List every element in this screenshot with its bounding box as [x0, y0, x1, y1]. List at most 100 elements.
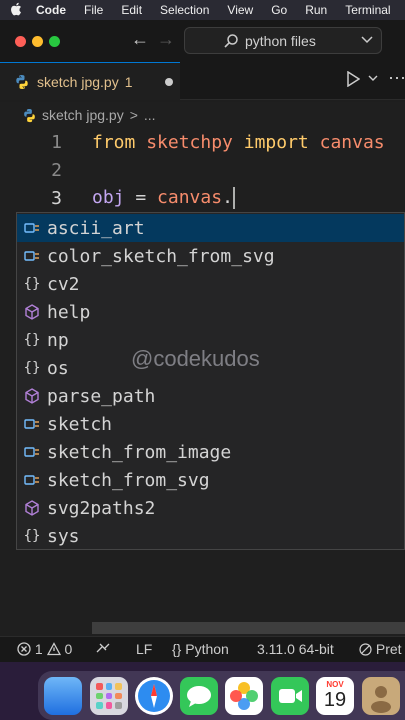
code-line: 2 — [0, 156, 405, 184]
suggestion-label: parse_path — [47, 385, 156, 407]
suggestion-label: sketch_from_image — [47, 441, 232, 463]
suggestion-label: cv2 — [47, 273, 80, 295]
line-number: 3 — [51, 187, 62, 209]
python-interpreter[interactable]: 3.11.0 64-bit — [257, 641, 334, 657]
command-center-label: python files — [245, 32, 316, 49]
python-file-icon — [16, 74, 28, 89]
code-line-active: 3 obj = canvas. — [0, 184, 405, 212]
module-braces-icon: {} — [23, 276, 41, 292]
suggestion-label: sys — [47, 525, 80, 547]
variable-icon — [21, 469, 43, 491]
debug-connect-icon[interactable] — [95, 641, 111, 658]
launchpad-icon[interactable] — [90, 677, 128, 715]
suggestion-item[interactable]: {} cv2 — [17, 270, 404, 298]
warning-icon — [46, 642, 61, 656]
suggestion-label: sketch_from_svg — [47, 469, 210, 491]
error-count-item[interactable]: 1 0 — [17, 641, 72, 657]
finder-icon[interactable] — [44, 677, 82, 715]
tab-label: sketch jpg.py — [37, 73, 119, 90]
window-title-bar: ← → python files — [0, 20, 405, 62]
minimize-window-button[interactable] — [32, 36, 43, 47]
tab-sketch-jpg-py[interactable]: sketch jpg.py 1 — [0, 62, 180, 100]
suggestion-label: os — [47, 357, 69, 379]
arrow-right-icon[interactable]: → — [157, 29, 175, 50]
tab-problem-count: 1 — [124, 73, 133, 90]
suggestion-label: np — [47, 329, 69, 351]
suggestion-item[interactable]: help — [17, 298, 404, 326]
suggestion-item[interactable]: color_sketch_from_svg — [17, 242, 404, 270]
suggestion-label: ascii_art — [47, 217, 145, 239]
menu-view[interactable]: View — [227, 3, 253, 17]
variable-icon — [21, 245, 43, 267]
arrow-left-icon[interactable]: ← — [131, 29, 149, 50]
status-bar: 1 0 LF {} Python 3.11.0 64-bit Pret — [0, 636, 405, 662]
chevron-down-icon[interactable] — [368, 73, 378, 85]
language-mode[interactable]: {} Python — [172, 641, 229, 657]
autocomplete-suggest-widget: ascii_art color_sketch_from_svg {} cv2 help {… — [16, 212, 405, 550]
module-braces-icon: {} — [23, 360, 41, 376]
code-line: 1 from sketchpy import canvas — [0, 128, 405, 156]
prettier-status-icon — [359, 643, 372, 656]
variable-icon — [21, 441, 43, 463]
error-icon — [17, 642, 31, 656]
braces-icon: {} — [172, 641, 182, 657]
method-cube-icon — [21, 385, 43, 407]
line-number: 1 — [51, 131, 62, 153]
safari-icon[interactable] — [135, 677, 173, 715]
end-of-line[interactable]: LF — [136, 641, 152, 657]
calendar-icon[interactable]: NOV 19 — [316, 677, 354, 715]
method-cube-icon — [21, 497, 43, 519]
suggestion-item[interactable]: sketch — [17, 410, 404, 438]
search-icon — [224, 33, 238, 48]
python-file-icon — [24, 108, 35, 122]
watermark-text: @codekudos — [131, 346, 260, 371]
suggestion-item[interactable]: {} sys — [17, 522, 404, 549]
menu-file[interactable]: File — [84, 3, 103, 17]
run-play-icon[interactable] — [346, 70, 361, 92]
facetime-icon[interactable] — [271, 677, 309, 715]
zoom-window-button[interactable] — [49, 36, 60, 47]
variable-icon — [21, 217, 43, 239]
line-number: 2 — [51, 159, 62, 181]
more-actions-icon[interactable]: ⋯ — [388, 68, 405, 89]
module-braces-icon: {} — [23, 332, 41, 348]
method-cube-icon — [21, 301, 43, 323]
variable-icon — [21, 413, 43, 435]
calendar-month: NOV — [326, 680, 344, 689]
error-count: 1 — [34, 641, 43, 657]
text-cursor — [232, 187, 235, 209]
calendar-day: 19 — [323, 689, 347, 711]
suggestion-label: color_sketch_from_svg — [47, 245, 275, 267]
menu-terminal[interactable]: Terminal — [345, 3, 390, 17]
breadcrumb-more[interactable]: ... — [144, 107, 156, 123]
menu-run[interactable]: Run — [305, 3, 327, 17]
prettier-label: Pret — [375, 641, 402, 657]
suggestion-item[interactable]: ascii_art — [17, 214, 404, 242]
code-text: from sketchpy import canvas — [92, 131, 385, 153]
suggestion-label: help — [47, 301, 91, 323]
close-window-button[interactable] — [15, 36, 26, 47]
macos-menu-bar: Code File Edit Selection View Go Run Ter… — [0, 0, 405, 20]
unsaved-dot-icon[interactable] — [165, 78, 173, 86]
apple-logo-icon[interactable] — [10, 2, 22, 19]
language-label: Python — [185, 641, 229, 657]
suggestion-item[interactable]: sketch_from_svg — [17, 466, 404, 494]
menu-code[interactable]: Code — [36, 3, 66, 17]
breadcrumb: sketch jpg.py > ... — [0, 102, 405, 128]
prettier-item[interactable]: Pret — [359, 641, 402, 657]
chevron-down-icon[interactable] — [361, 33, 373, 47]
horizontal-scrollbar[interactable] — [92, 622, 405, 634]
menu-go[interactable]: Go — [271, 3, 287, 17]
menu-edit[interactable]: Edit — [121, 3, 142, 17]
messages-icon[interactable] — [180, 677, 218, 715]
breadcrumb-file[interactable]: sketch jpg.py — [42, 107, 124, 123]
menu-selection[interactable]: Selection — [160, 3, 209, 17]
breadcrumb-separator: > — [129, 107, 138, 123]
photos-icon[interactable] — [225, 677, 263, 715]
code-text: obj = canvas. — [92, 187, 235, 209]
suggestion-item[interactable]: sketch_from_image — [17, 438, 404, 466]
contacts-icon[interactable] — [362, 677, 400, 715]
command-center-search[interactable]: python files — [184, 27, 382, 54]
suggestion-item[interactable]: parse_path — [17, 382, 404, 410]
suggestion-item[interactable]: svg2paths2 — [17, 494, 404, 522]
